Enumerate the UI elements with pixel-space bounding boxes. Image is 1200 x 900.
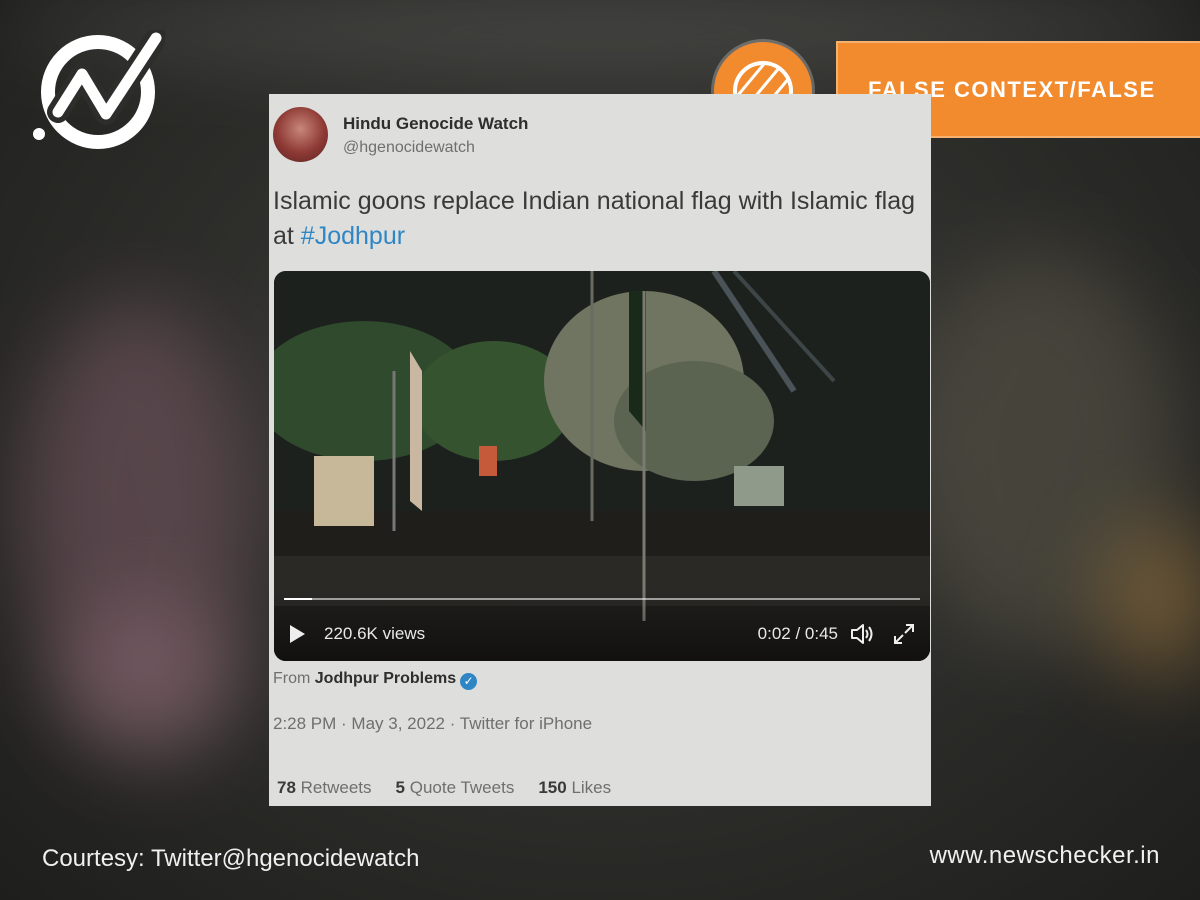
quotes-label: Quote Tweets <box>409 778 515 797</box>
view-count: 220.6K views <box>324 624 426 643</box>
fullscreen-icon[interactable] <box>892 622 916 646</box>
courtesy-caption: Courtesy: Twitter@hgenocidewatch <box>42 845 420 872</box>
tweet-stats: 78 Retweets 5 Quote Tweets 150 Likes <box>277 778 611 798</box>
avatar[interactable] <box>273 107 328 162</box>
video-progress-fill <box>284 598 312 600</box>
retweets-count: 78 <box>277 778 296 797</box>
retweets-stat[interactable]: 78 Retweets <box>277 778 372 798</box>
video-source: From Jodhpur Problems ✓ <box>273 670 478 690</box>
video-player[interactable]: 220.6K views 0:02 / 0:45 <box>274 271 930 661</box>
quotes-stat[interactable]: 5 Quote Tweets <box>396 778 515 798</box>
author-name[interactable]: Hindu Genocide Watch <box>343 114 528 134</box>
likes-stat[interactable]: 150 Likes <box>538 778 611 798</box>
author-handle[interactable]: @hgenocidewatch <box>343 139 475 157</box>
tweet-text: Islamic goons replace Indian national fl… <box>273 184 923 254</box>
from-prefix: From <box>273 670 311 687</box>
likes-count: 150 <box>538 778 567 797</box>
retweets-label: Retweets <box>300 778 372 797</box>
likes-label: Likes <box>571 778 612 797</box>
volume-icon[interactable] <box>849 622 875 646</box>
video-time: 0:02 / 0:45 <box>757 624 838 643</box>
source-account[interactable]: Jodhpur Problems <box>315 670 456 687</box>
tweet-card: Hindu Genocide Watch @hgenocidewatch Isl… <box>269 94 931 806</box>
newschecker-logo <box>33 30 165 149</box>
tweet-timestamp[interactable]: 2:28 PM · May 3, 2022 · Twitter for iPho… <box>273 714 592 734</box>
site-url[interactable]: www.newschecker.in <box>930 842 1160 870</box>
play-icon[interactable] <box>290 625 305 643</box>
quotes-count: 5 <box>395 778 405 797</box>
verified-badge-icon: ✓ <box>460 673 478 690</box>
hashtag-link[interactable]: #Jodhpur <box>301 222 405 250</box>
video-progress-bar[interactable] <box>284 598 920 600</box>
